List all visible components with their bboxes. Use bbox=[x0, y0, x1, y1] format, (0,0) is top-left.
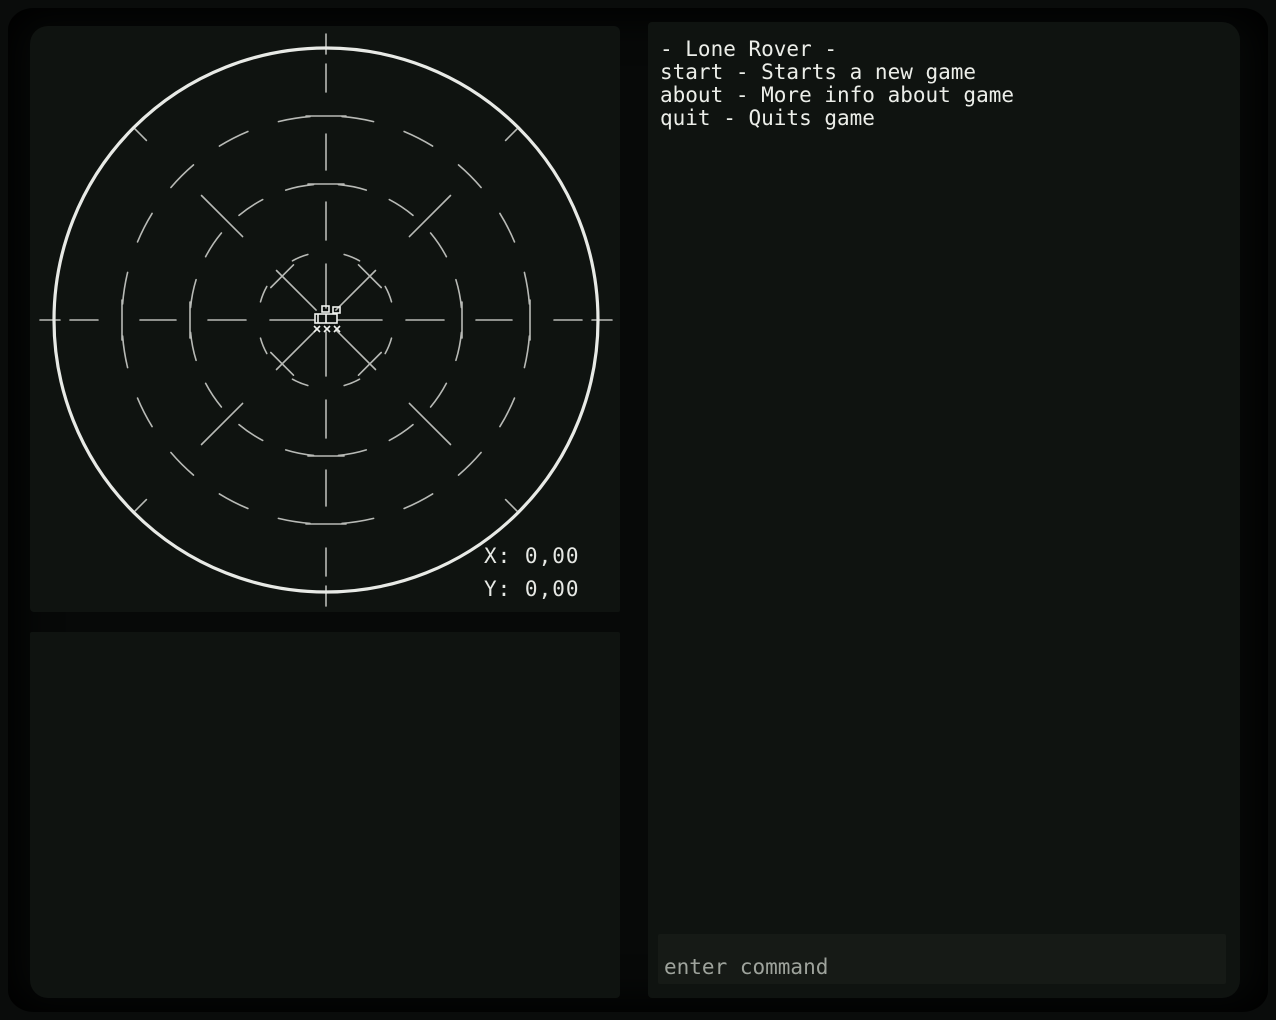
radar-ring-dash bbox=[523, 335, 531, 369]
radar-ring-dash bbox=[277, 517, 311, 525]
radar-diagonal-line bbox=[408, 194, 452, 238]
radar-ring-dash bbox=[284, 183, 315, 191]
radar-ring-dash bbox=[259, 285, 268, 303]
auxiliary-panel bbox=[30, 632, 620, 998]
radar-ring-dash bbox=[403, 493, 434, 510]
radar-ring-dash bbox=[457, 451, 482, 476]
radar-ring-dash bbox=[189, 331, 197, 362]
console-title-line: - Lone Rover - bbox=[660, 37, 838, 61]
radar-ring-dash bbox=[136, 212, 153, 243]
radar-ring-dash bbox=[121, 271, 129, 305]
radar-ring-dash bbox=[238, 423, 264, 442]
radar-diagonal-line bbox=[504, 128, 518, 142]
radar-ring-dash bbox=[388, 198, 414, 217]
radar-panel: X: 0,00 Y: 0,00 bbox=[30, 26, 620, 612]
radar-diagonal-line bbox=[200, 194, 244, 238]
radar-ring-dash bbox=[136, 397, 153, 428]
radar-ring-dash bbox=[523, 271, 531, 305]
radar-ring-dash bbox=[189, 278, 197, 309]
radar-ring-dash bbox=[204, 232, 223, 258]
radar-ring-dash bbox=[170, 451, 195, 476]
radar-ring-dash bbox=[291, 378, 309, 387]
radar-ring-dash bbox=[457, 164, 482, 189]
radar-ring-dash bbox=[259, 337, 268, 355]
console-quit-line: quit - Quits game bbox=[660, 106, 875, 130]
x-coordinate-readout: X: 0,00 bbox=[484, 544, 580, 568]
radar-ring-dash bbox=[337, 449, 368, 457]
radar-ring-dash bbox=[277, 115, 311, 123]
console-output: - Lone Rover - start - Starts a new game… bbox=[660, 38, 1014, 130]
radar-ring-dash bbox=[341, 517, 375, 525]
radar-ring-dash bbox=[341, 115, 375, 123]
radar-ring-dash bbox=[218, 493, 249, 510]
radar-diagonal-line bbox=[200, 402, 244, 446]
radar-display bbox=[39, 33, 613, 607]
radar-ring-dash bbox=[238, 198, 264, 217]
radar-ring-dash bbox=[384, 337, 393, 355]
y-coordinate-readout: Y: 0,00 bbox=[484, 577, 580, 601]
radar-ring-dash bbox=[455, 331, 463, 362]
console-about-line: about - More info about game bbox=[660, 83, 1015, 107]
radar-diagonal-line bbox=[408, 402, 452, 446]
radar-diagonal-line bbox=[134, 128, 148, 142]
radar-ring-dash bbox=[337, 183, 368, 191]
radar-ring-dash bbox=[291, 253, 309, 262]
radar-ring-dash bbox=[455, 278, 463, 309]
radar-ring-dash bbox=[403, 130, 434, 147]
radar-ring-dash bbox=[499, 212, 516, 243]
radar-ring-dash bbox=[218, 130, 249, 147]
radar-ring-dash bbox=[429, 382, 448, 408]
radar-ring-dash bbox=[388, 423, 414, 442]
radar-diagonal-line bbox=[504, 498, 518, 512]
radar-ring-dash bbox=[121, 335, 129, 369]
console-panel: - Lone Rover - start - Starts a new game… bbox=[648, 22, 1240, 998]
radar-ring-dash bbox=[343, 378, 361, 387]
console-start-line: start - Starts a new game bbox=[660, 60, 977, 84]
radar-diagonal-line bbox=[134, 498, 148, 512]
command-input[interactable] bbox=[658, 934, 1226, 984]
radar-ring-dash bbox=[429, 232, 448, 258]
radar-ring-dash bbox=[343, 253, 361, 262]
radar-ring-dash bbox=[284, 449, 315, 457]
radar-ring-dash bbox=[204, 382, 223, 408]
radar-ring-dash bbox=[384, 285, 393, 303]
radar-ring-dash bbox=[170, 164, 195, 189]
radar-ring-dash bbox=[499, 397, 516, 428]
